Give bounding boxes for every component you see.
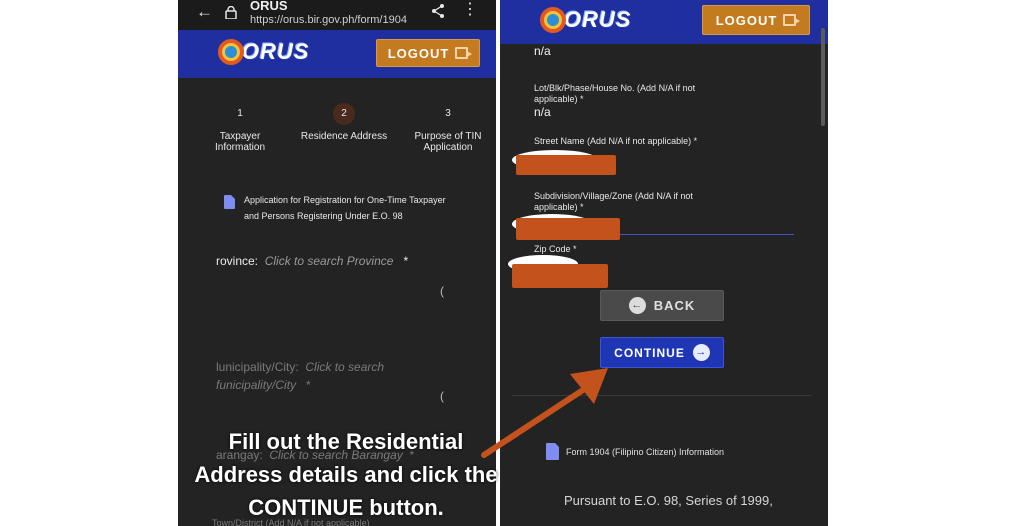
instruction-caption: Fill out the Residential Address details… <box>194 429 498 520</box>
tutorial-screenshot: ← ORUS https://orus.bir.gov.ph/form/1904… <box>0 0 1024 526</box>
